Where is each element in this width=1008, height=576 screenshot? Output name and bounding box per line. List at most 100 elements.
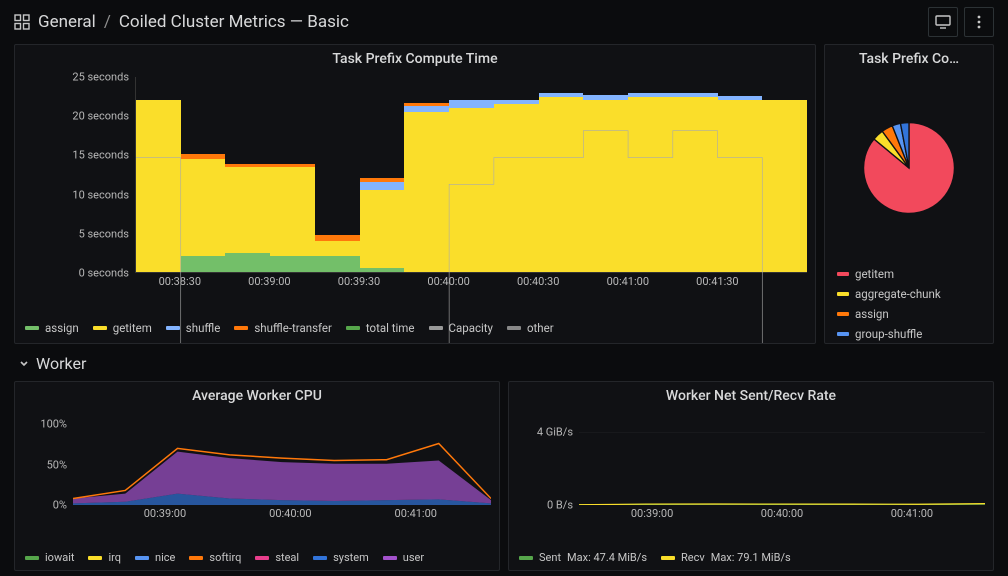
panel-body: 0% 50% 100% 00:39:00 00:40:00 00:41:00: [15, 406, 499, 549]
legend: iowait irq nice softirq steal system user: [15, 549, 499, 570]
panel-task-prefix-compute-time[interactable]: Task Prefix Compute Time 0 seconds5 seco…: [14, 44, 816, 344]
legend-swatch: [25, 326, 39, 330]
legend-item[interactable]: Sent Max: 47.4 MiB/s: [519, 551, 647, 564]
legend-label: Sent: [539, 551, 561, 564]
x-tick: 00:39:00: [631, 507, 673, 520]
x-axis: 00:39:00 00:40:00 00:41:00: [579, 507, 985, 523]
y-tick: 5 seconds: [79, 227, 129, 240]
legend-item[interactable]: group-shuffle: [837, 327, 985, 341]
x-tick: 00:40:00: [427, 275, 469, 288]
row-header-label: Worker: [36, 354, 86, 373]
x-tick: 00:40:30: [517, 275, 559, 288]
line-chart: [579, 432, 985, 505]
legend-item[interactable]: Recv Max: 79.1 MiB/s: [661, 551, 791, 564]
breadcrumb-sep: /: [104, 12, 111, 32]
x-tick: 00:41:30: [696, 275, 738, 288]
legend-label: irq: [108, 551, 121, 564]
dashboard-grid: Task Prefix Compute Time 0 seconds5 seco…: [0, 44, 1008, 576]
panel-worker-net-rate[interactable]: Worker Net Sent/Recv Rate 0 B/s4 GiB/s 0…: [508, 381, 994, 571]
y-tick: 0 B/s: [547, 499, 573, 512]
legend-item[interactable]: steal: [255, 551, 299, 564]
panel-title: Worker Net Sent/Recv Rate: [509, 382, 993, 406]
stacked-bar-chart: [135, 77, 807, 273]
chevron-down-icon: [18, 354, 30, 373]
legend-label: getitem: [855, 267, 894, 281]
panel-title: Task Prefix Compute Time: [15, 45, 815, 69]
y-tick: 15 seconds: [72, 149, 129, 162]
x-axis: 00:38:30 00:39:00 00:39:30 00:40:00 00:40:30…: [135, 275, 807, 291]
legend-item[interactable]: irq: [88, 551, 121, 564]
topbar: General / Coiled Cluster Metrics — Basic: [0, 0, 1008, 44]
legend-label: softirq: [209, 551, 241, 564]
legend-swatch: [837, 332, 849, 336]
bottom-row: Average Worker CPU 0%50%100% 00:39:0000:…: [14, 381, 994, 571]
pie-chart: [825, 69, 993, 263]
legend-label: assign: [855, 307, 889, 321]
legend-swatch: [189, 556, 203, 560]
legend-item[interactable]: nice: [135, 551, 175, 564]
legend: Sent Max: 47.4 MiB/s Recv Max: 79.1 MiB/s: [509, 549, 993, 570]
breadcrumb-root[interactable]: General: [38, 12, 96, 32]
apps-icon[interactable]: [14, 14, 30, 30]
x-tick: 00:39:30: [338, 275, 380, 288]
legend-label: Recv: [681, 551, 705, 564]
topbar-actions: [928, 7, 994, 37]
page-title[interactable]: Coiled Cluster Metrics — Basic: [119, 12, 349, 32]
y-tick: 25 seconds: [72, 71, 129, 84]
x-tick: 00:41:00: [607, 275, 649, 288]
legend-item[interactable]: assign: [25, 321, 79, 335]
area-chart: [73, 416, 491, 505]
legend: getitem aggregate-chunk assign group-shuffl…: [825, 263, 993, 343]
y-tick: 50%: [47, 458, 67, 471]
legend-item[interactable]: iowait: [25, 551, 74, 564]
x-axis: 00:39:00 00:40:00 00:41:00: [73, 507, 491, 523]
panel-title: Task Prefix Co…: [825, 45, 993, 69]
panel-average-worker-cpu[interactable]: Average Worker CPU 0%50%100% 00:39:0000:…: [14, 381, 500, 571]
legend-item[interactable]: aggregate-chunk: [837, 287, 985, 301]
breadcrumb: General / Coiled Cluster Metrics — Basic: [14, 12, 349, 32]
tv-mode-button[interactable]: [928, 7, 958, 37]
legend-item[interactable]: softirq: [189, 551, 241, 564]
y-tick: 4 GiB/s: [537, 426, 573, 439]
y-tick: 0 seconds: [79, 267, 129, 280]
y-tick: 100%: [40, 418, 67, 431]
legend-label: assign: [45, 321, 79, 335]
row-header-worker[interactable]: Worker: [14, 352, 994, 373]
legend-swatch: [93, 326, 107, 330]
legend-label: user: [403, 551, 424, 564]
x-tick: 00:40:00: [269, 507, 311, 520]
legend-swatch: [383, 556, 397, 560]
legend-label: group-shuffle: [855, 327, 922, 341]
x-tick: 00:39:00: [144, 507, 186, 520]
x-tick: 00:39:00: [248, 275, 290, 288]
legend-item[interactable]: assign: [837, 307, 985, 321]
panel-title: Average Worker CPU: [15, 382, 499, 406]
legend-swatch: [837, 312, 849, 316]
legend-swatch: [135, 556, 149, 560]
legend-stat: Max: 79.1 MiB/s: [711, 551, 791, 564]
x-tick: 00:41:00: [891, 507, 933, 520]
legend-swatch: [661, 556, 675, 560]
x-tick: 00:40:00: [761, 507, 803, 520]
panel-task-prefix-pie[interactable]: Task Prefix Co… getitem aggregate-chunk as…: [824, 44, 994, 344]
legend-label: steal: [275, 551, 299, 564]
legend-item[interactable]: getitem: [837, 267, 985, 281]
legend-swatch: [25, 556, 39, 560]
legend-swatch: [837, 272, 849, 276]
legend-stat: Max: 47.4 MiB/s: [567, 551, 647, 564]
y-tick: 20 seconds: [72, 110, 129, 123]
y-axis: 0 seconds5 seconds10 seconds15 seconds20…: [15, 77, 133, 273]
x-tick: 00:38:30: [159, 275, 201, 288]
legend-swatch: [313, 556, 327, 560]
x-tick: 00:41:00: [395, 507, 437, 520]
legend-label: system: [333, 551, 369, 564]
legend-swatch: [255, 556, 269, 560]
panel-menu-button[interactable]: [964, 7, 994, 37]
y-axis: 0%50%100%: [15, 416, 71, 505]
legend-item[interactable]: system: [313, 551, 369, 564]
y-tick: 0%: [53, 499, 67, 512]
legend-item[interactable]: user: [383, 551, 424, 564]
legend-swatch: [88, 556, 102, 560]
legend-swatch: [519, 556, 533, 560]
y-axis: 0 B/s4 GiB/s: [509, 432, 577, 505]
